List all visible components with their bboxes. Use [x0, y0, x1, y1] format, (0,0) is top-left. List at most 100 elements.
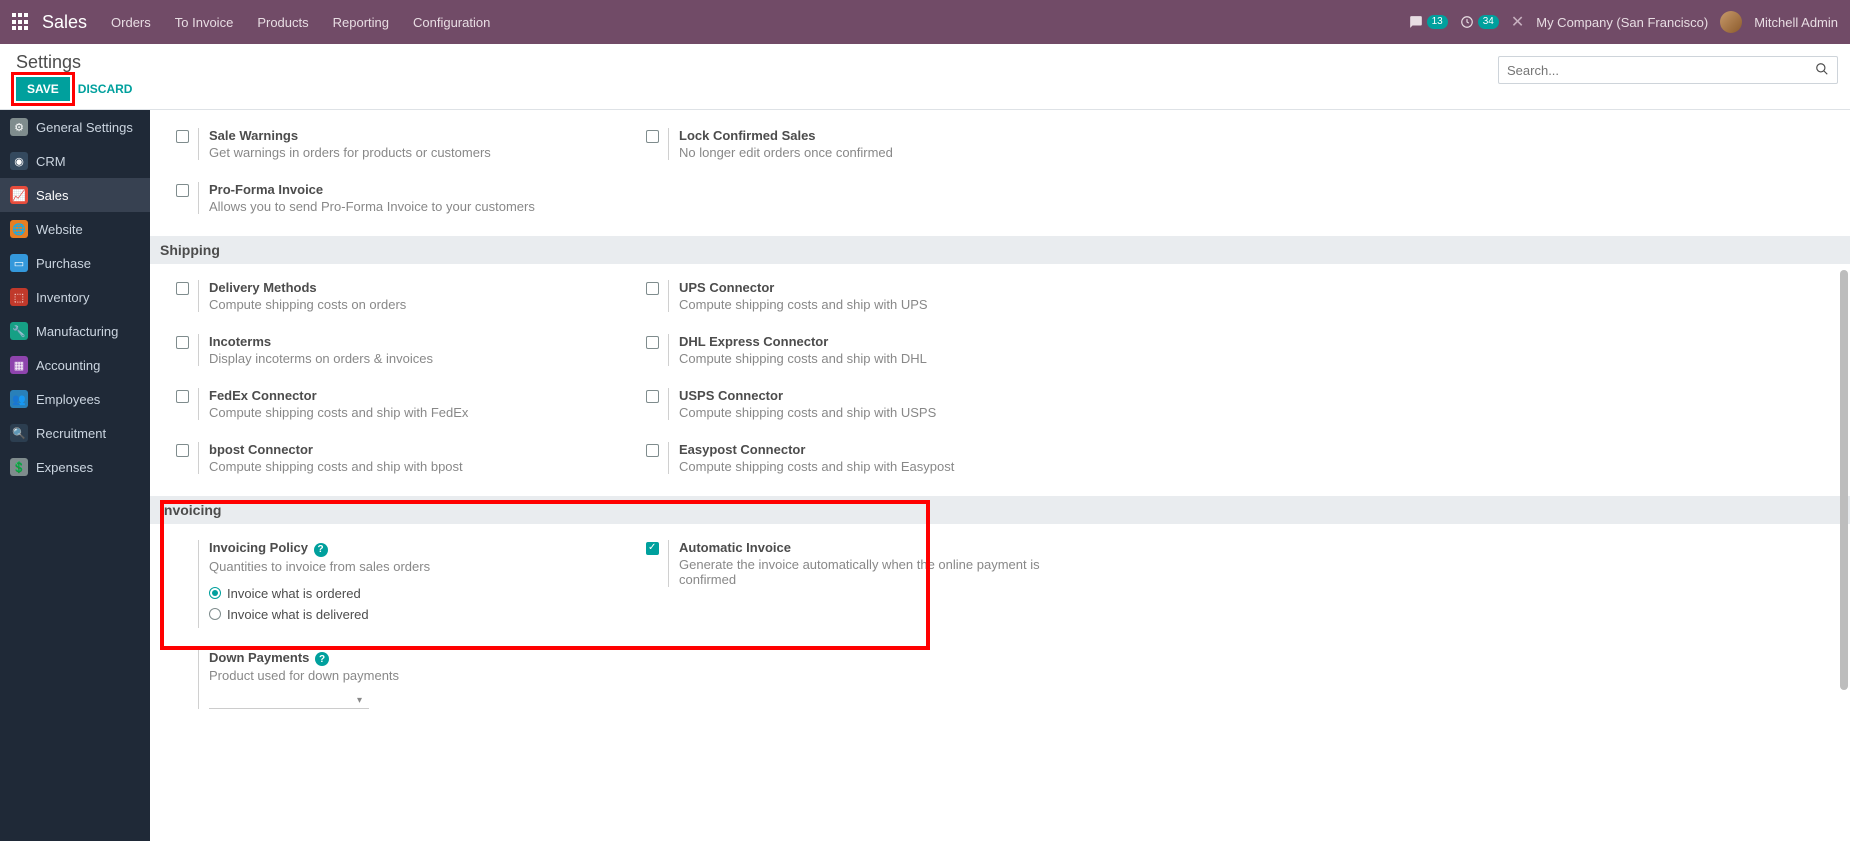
setting-title: Incoterms: [209, 334, 620, 349]
sidebar-item-crm[interactable]: ◉ CRM: [0, 144, 150, 178]
setting-automatic-invoice: Automatic Invoice Generate the invoice a…: [640, 532, 1090, 601]
topbar: Sales Orders To Invoice Products Reporti…: [0, 0, 1850, 44]
search-input[interactable]: [1499, 59, 1807, 82]
avatar[interactable]: [1720, 11, 1742, 33]
setting-bpost: bpost Connector Compute shipping costs a…: [170, 434, 620, 488]
setting-fedex: FedEx Connector Compute shipping costs a…: [170, 380, 620, 434]
section-header-shipping: Shipping: [150, 236, 1850, 264]
messages-count: 13: [1427, 15, 1448, 29]
topbar-right: 13 34 ✕ My Company (San Francisco) Mitch…: [1409, 11, 1838, 33]
sidebar-item-accounting[interactable]: ▦ Accounting: [0, 348, 150, 382]
sidebar-item-sales[interactable]: 📈 Sales: [0, 178, 150, 212]
setting-lock-confirmed: Lock Confirmed Sales No longer edit orde…: [640, 120, 1090, 174]
sidebar-item-label: Manufacturing: [36, 324, 118, 339]
manufacturing-icon: 🔧: [10, 322, 28, 340]
setting-desc: Compute shipping costs and ship with bpo…: [209, 459, 620, 474]
sidebar-item-label: Sales: [36, 188, 69, 203]
menu-orders[interactable]: Orders: [111, 15, 151, 30]
section-header-invoicing: Invoicing: [150, 496, 1850, 524]
top-menu: Orders To Invoice Products Reporting Con…: [111, 15, 490, 30]
sidebar-item-recruitment[interactable]: 🔍 Recruitment: [0, 416, 150, 450]
sidebar-item-inventory[interactable]: ⬚ Inventory: [0, 280, 150, 314]
sidebar-item-label: Accounting: [36, 358, 100, 373]
save-button[interactable]: Save: [16, 77, 70, 101]
setting-title: Easypost Connector: [679, 442, 1090, 457]
scrollbar-vertical[interactable]: [1838, 110, 1848, 841]
setting-title: Automatic Invoice: [679, 540, 1090, 555]
setting-title: Pro-Forma Invoice: [209, 182, 620, 197]
caret-down-icon[interactable]: ▾: [357, 695, 362, 706]
checkbox-usps[interactable]: [646, 390, 659, 403]
tray-close-icon[interactable]: ✕: [1511, 12, 1524, 32]
sidebar-item-label: Employees: [36, 392, 100, 407]
help-icon[interactable]: ?: [314, 543, 328, 557]
checkbox-lock-confirmed[interactable]: [646, 130, 659, 143]
setting-desc: Allows you to send Pro-Forma Invoice to …: [209, 199, 620, 214]
checkbox-incoterms[interactable]: [176, 336, 189, 349]
setting-title: bpost Connector: [209, 442, 620, 457]
checkbox-delivery-methods[interactable]: [176, 282, 189, 295]
setting-sale-warnings: Sale Warnings Get warnings in orders for…: [170, 120, 620, 174]
sidebar-item-employees[interactable]: 👥 Employees: [0, 382, 150, 416]
radio-invoice-ordered[interactable]: Invoice what is ordered: [209, 586, 620, 601]
discard-button[interactable]: Discard: [78, 82, 133, 96]
radio-icon: [209, 587, 221, 599]
setting-easypost: Easypost Connector Compute shipping cost…: [640, 434, 1090, 488]
setting-title: Invoicing Policy ?: [209, 540, 620, 557]
down-payment-product-input[interactable]: [209, 689, 369, 709]
checkbox-automatic-invoice[interactable]: [646, 542, 659, 555]
setting-title: Delivery Methods: [209, 280, 620, 295]
sidebar-item-label: CRM: [36, 154, 66, 169]
search-icon[interactable]: [1807, 62, 1837, 79]
employees-icon: 👥: [10, 390, 28, 408]
setting-delivery-methods: Delivery Methods Compute shipping costs …: [170, 272, 620, 326]
setting-proforma: Pro-Forma Invoice Allows you to send Pro…: [170, 174, 620, 228]
messages-icon[interactable]: 13: [1409, 15, 1448, 29]
brand[interactable]: Sales: [42, 12, 87, 33]
setting-desc: Compute shipping costs and ship with Eas…: [679, 459, 1090, 474]
setting-down-payments: Down Payments ? Product used for down pa…: [170, 642, 620, 724]
menu-products[interactable]: Products: [257, 15, 308, 30]
checkbox-proforma[interactable]: [176, 184, 189, 197]
setting-desc: Compute shipping costs and ship with USP…: [679, 405, 1090, 420]
setting-desc: Compute shipping costs and ship with DHL: [679, 351, 1090, 366]
sidebar-item-expenses[interactable]: 💲 Expenses: [0, 450, 150, 484]
apps-icon[interactable]: [12, 13, 30, 31]
radio-label: Invoice what is delivered: [227, 607, 369, 622]
checkbox-easypost[interactable]: [646, 444, 659, 457]
checkbox-fedex[interactable]: [176, 390, 189, 403]
sidebar-item-manufacturing[interactable]: 🔧 Manufacturing: [0, 314, 150, 348]
settings-sidebar: ⚙ General Settings ◉ CRM 📈 Sales 🌐 Websi…: [0, 110, 150, 841]
setting-dhl: DHL Express Connector Compute shipping c…: [640, 326, 1090, 380]
sidebar-item-label: Purchase: [36, 256, 91, 271]
search-box[interactable]: [1498, 56, 1838, 84]
expenses-icon: 💲: [10, 458, 28, 476]
checkbox-bpost[interactable]: [176, 444, 189, 457]
checkbox-dhl[interactable]: [646, 336, 659, 349]
scrollbar-thumb[interactable]: [1840, 270, 1848, 690]
setting-title: UPS Connector: [679, 280, 1090, 295]
setting-desc: No longer edit orders once confirmed: [679, 145, 1090, 160]
menu-to-invoice[interactable]: To Invoice: [175, 15, 234, 30]
setting-title: Down Payments ?: [209, 650, 620, 667]
setting-incoterms: Incoterms Display incoterms on orders & …: [170, 326, 620, 380]
sidebar-item-label: Website: [36, 222, 83, 237]
company-selector[interactable]: My Company (San Francisco): [1536, 15, 1708, 30]
radio-invoice-delivered[interactable]: Invoice what is delivered: [209, 607, 620, 622]
sidebar-item-label: Expenses: [36, 460, 93, 475]
sidebar-item-general[interactable]: ⚙ General Settings: [0, 110, 150, 144]
setting-title: FedEx Connector: [209, 388, 620, 403]
menu-configuration[interactable]: Configuration: [413, 15, 490, 30]
sidebar-item-purchase[interactable]: ▭ Purchase: [0, 246, 150, 280]
setting-desc: Get warnings in orders for products or c…: [209, 145, 620, 160]
menu-reporting[interactable]: Reporting: [333, 15, 389, 30]
sidebar-item-label: General Settings: [36, 120, 133, 135]
sidebar-item-website[interactable]: 🌐 Website: [0, 212, 150, 246]
invoicing-block: Invoicing Invoicing Policy ? Quantities …: [170, 496, 1830, 642]
user-menu[interactable]: Mitchell Admin: [1754, 15, 1838, 30]
checkbox-sale-warnings[interactable]: [176, 130, 189, 143]
setting-desc: Display incoterms on orders & invoices: [209, 351, 620, 366]
help-icon[interactable]: ?: [315, 652, 329, 666]
checkbox-ups[interactable]: [646, 282, 659, 295]
activities-icon[interactable]: 34: [1460, 15, 1499, 29]
